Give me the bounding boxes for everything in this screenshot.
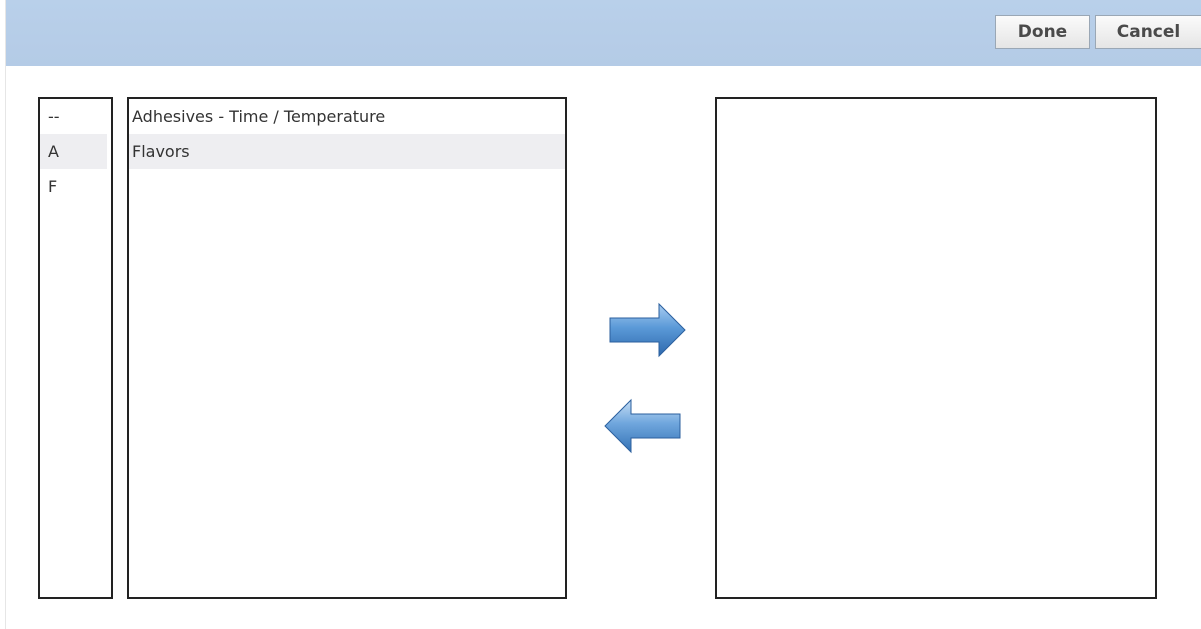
letter-filter-item-all[interactable]: --: [40, 99, 107, 134]
letter-filter-item-f[interactable]: F: [40, 169, 107, 204]
letter-filter-list[interactable]: -- A F: [38, 97, 113, 599]
available-items-list[interactable]: Adhesives - Time / Temperature Flavors: [127, 97, 567, 599]
move-left-button[interactable]: [603, 398, 683, 454]
arrow-right-icon: [609, 302, 686, 358]
list-item[interactable]: Adhesives - Time / Temperature: [129, 99, 565, 134]
left-edge-rule: [0, 0, 6, 629]
done-button[interactable]: Done: [995, 15, 1090, 49]
move-right-button[interactable]: [607, 302, 687, 358]
arrow-left-icon: [604, 398, 681, 454]
dialog-toolbar: Done Cancel: [6, 0, 1201, 66]
selected-items-list[interactable]: [715, 97, 1157, 599]
list-item[interactable]: Flavors: [129, 134, 565, 169]
cancel-button[interactable]: Cancel: [1095, 15, 1201, 49]
letter-filter-item-a[interactable]: A: [40, 134, 107, 169]
